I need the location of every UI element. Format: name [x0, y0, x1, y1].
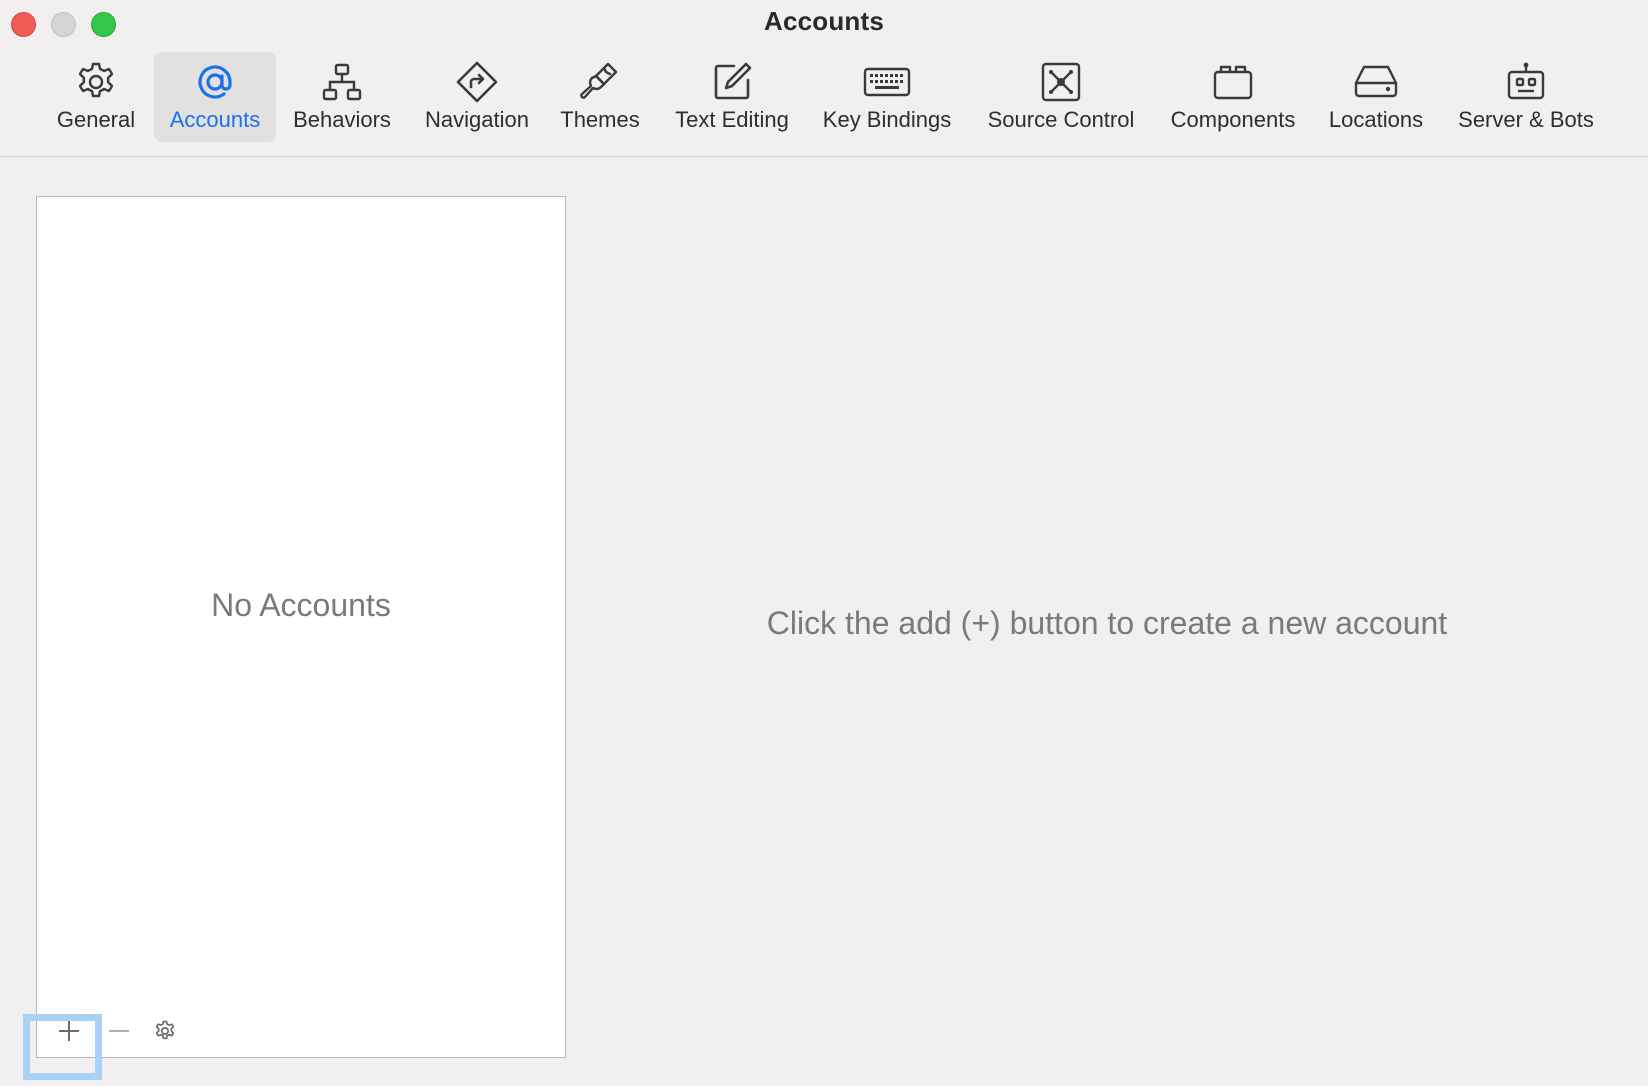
- remove-account-button[interactable]: [97, 1015, 141, 1051]
- at-sign-icon: [191, 58, 239, 106]
- tab-locations-label: Locations: [1328, 107, 1424, 132]
- tab-general[interactable]: General: [44, 52, 148, 142]
- preferences-toolbar: General Accounts Behaviors Navigation Th…: [0, 52, 1648, 144]
- paintbrush-icon: [576, 58, 624, 106]
- tab-accounts-label: Accounts: [169, 107, 261, 132]
- empty-list-text: No Accounts: [211, 587, 391, 623]
- robot-icon: [1502, 58, 1550, 106]
- tab-navigation[interactable]: Navigation: [412, 52, 542, 142]
- components-box-icon: [1209, 58, 1257, 106]
- tab-general-label: General: [56, 107, 136, 132]
- gear-icon: [72, 58, 120, 106]
- tab-components[interactable]: Components: [1160, 52, 1306, 142]
- direction-sign-icon: [453, 58, 501, 106]
- tab-source-control[interactable]: Source Control: [976, 52, 1146, 142]
- minus-icon: [107, 1019, 131, 1048]
- keyboard-icon: [863, 58, 911, 106]
- tab-text-editing[interactable]: Text Editing: [664, 52, 800, 142]
- plus-icon: [57, 1019, 81, 1048]
- title-bar: Accounts General Accounts Behaviors Navi…: [0, 0, 1648, 157]
- detail-hint-text: Click the add (+) button to create a new…: [766, 605, 1448, 641]
- tab-locations[interactable]: Locations: [1318, 52, 1434, 142]
- tab-key-bindings-label: Key Bindings: [822, 107, 952, 132]
- window-title: Accounts: [763, 6, 885, 36]
- tab-source-control-label: Source Control: [987, 107, 1135, 132]
- tab-key-bindings[interactable]: Key Bindings: [812, 52, 962, 142]
- tab-themes[interactable]: Themes: [550, 52, 650, 142]
- account-options-button[interactable]: [143, 1015, 187, 1051]
- tab-navigation-label: Navigation: [425, 107, 529, 132]
- tab-themes-label: Themes: [560, 107, 640, 132]
- add-account-button[interactable]: [47, 1015, 91, 1051]
- gear-icon: [154, 1020, 176, 1047]
- source-control-icon: [1037, 58, 1085, 106]
- tab-server-bots-label: Server & Bots: [1458, 107, 1594, 132]
- edit-square-icon: [708, 58, 756, 106]
- tab-behaviors[interactable]: Behaviors: [282, 52, 402, 142]
- accounts-list[interactable]: No Accounts: [36, 196, 566, 1058]
- tab-behaviors-label: Behaviors: [293, 107, 391, 132]
- list-bottom-bar: [37, 1011, 565, 1057]
- tab-components-label: Components: [1170, 107, 1296, 132]
- tab-text-editing-label: Text Editing: [675, 107, 789, 132]
- tab-server-bots[interactable]: Server & Bots: [1446, 52, 1606, 142]
- hierarchy-icon: [318, 58, 366, 106]
- preferences-window: Accounts General Accounts Behaviors Navi…: [0, 0, 1648, 1086]
- drive-icon: [1352, 58, 1400, 106]
- tab-accounts[interactable]: Accounts: [154, 52, 276, 142]
